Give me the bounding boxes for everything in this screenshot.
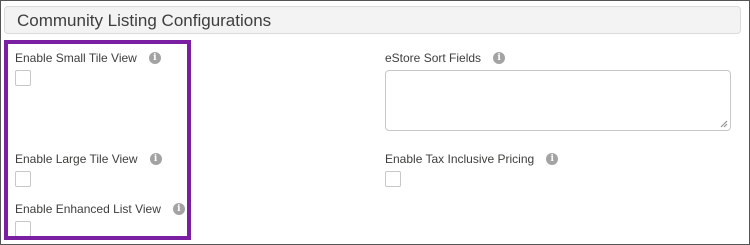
resize-grip-icon[interactable]: [720, 120, 728, 128]
highlight-annotation-box: [4, 40, 191, 240]
estore-sort-field-label: eStore Sort Fields i: [385, 51, 506, 65]
section-title: Community Listing Configurations: [17, 11, 272, 30]
tax-inclusive-label: Enable Tax Inclusive Pricing: [385, 152, 535, 166]
info-icon[interactable]: i: [546, 153, 559, 165]
tax-inclusive-field-label: Enable Tax Inclusive Pricing i: [385, 152, 559, 166]
section-header[interactable]: Community Listing Configurations: [4, 6, 741, 34]
info-icon[interactable]: i: [493, 52, 506, 64]
estore-sort-label: eStore Sort Fields: [385, 51, 482, 65]
estore-sort-textarea[interactable]: [385, 70, 731, 131]
tax-inclusive-checkbox[interactable]: [385, 171, 401, 187]
